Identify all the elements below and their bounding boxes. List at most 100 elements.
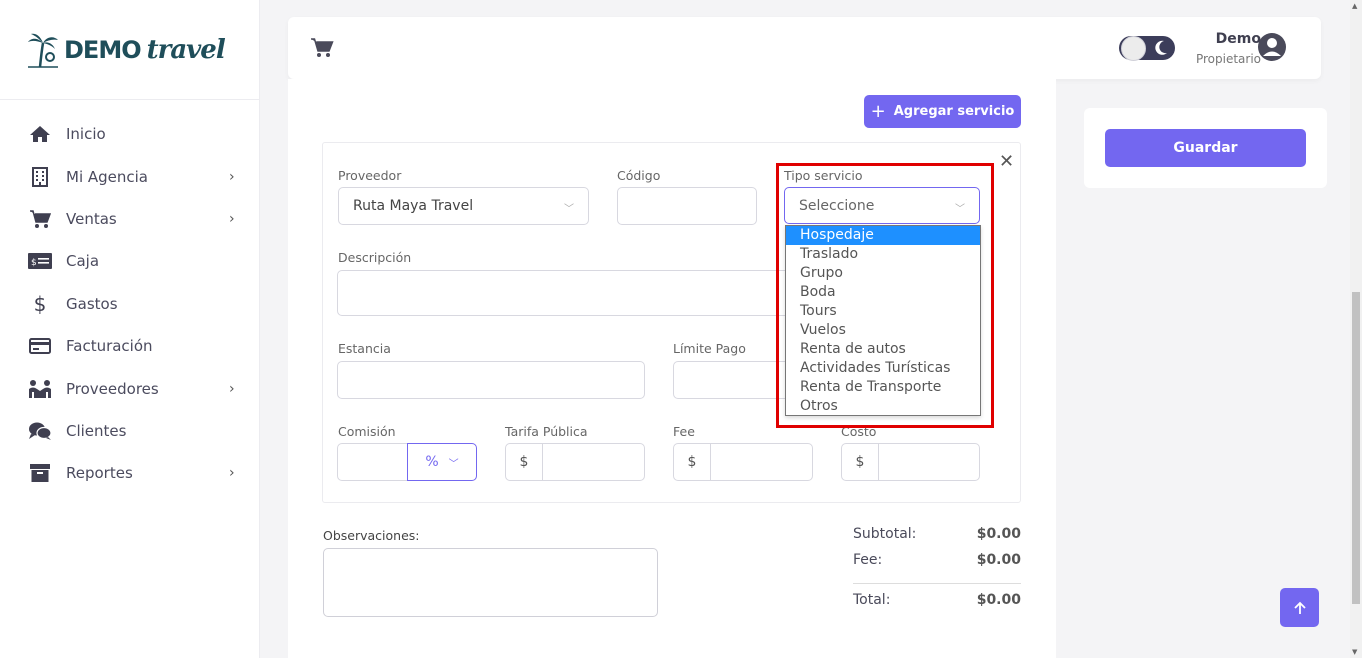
user-name: Demo [1215,31,1261,47]
total-row: Total: $0.00 [853,592,1021,608]
comision-input[interactable] [337,443,408,481]
observaciones-textarea[interactable] [323,548,658,617]
descripcion-label: Descripción [338,250,412,265]
brand-logo[interactable]: DEMO travel [0,0,259,100]
svg-text:$: $ [31,258,37,268]
dollar-icon: $ [33,291,47,316]
tipo-servicio-select[interactable]: Seleccione ﹀ [784,187,980,224]
moon-icon [1154,40,1168,60]
sidebar-item-ventas[interactable]: Ventas › [0,198,259,240]
option-actividades-turisticas[interactable]: Actividades Turísticas [786,359,980,378]
chevron-down-icon: ﹀ [448,458,459,470]
codigo-label: Código [617,168,661,183]
currency-prefix: $ [842,444,879,480]
proveedor-value: Ruta Maya Travel [353,198,474,214]
subtotal-row: Subtotal: $0.00 [853,526,1021,542]
fee-input[interactable]: $ [673,443,813,481]
scroll-to-top-button[interactable] [1280,588,1319,627]
page-scrollbar[interactable]: ▲ ▼ [1350,0,1362,658]
option-hospedaje[interactable]: Hospedaje [786,226,980,245]
option-traslado[interactable]: Traslado [786,245,980,264]
costo-input[interactable]: $ [841,443,980,481]
tarifa-publica-input[interactable]: $ [505,443,645,481]
sidebar-item-gastos[interactable]: $ Gastos [0,283,259,325]
total-label: Total: [853,592,891,608]
sidebar-item-label: Gastos [66,294,118,313]
scroll-down-arrow-icon[interactable]: ▼ [1352,648,1357,656]
cart-icon[interactable] [310,37,334,62]
option-otros[interactable]: Otros [786,397,980,416]
estancia-input[interactable] [337,361,645,399]
sidebar-item-facturacion[interactable]: Facturación [0,325,259,367]
sidebar-item-reportes[interactable]: Reportes › [0,452,259,494]
fee-label: Fee [673,424,695,439]
fee-total-row: Fee: $0.00 [853,552,1021,568]
proveedor-select[interactable]: Ruta Maya Travel ﹀ [338,187,589,225]
chevron-right-icon: › [229,210,235,227]
tarifa-publica-label: Tarifa Pública [505,424,588,439]
option-vuelos[interactable]: Vuelos [786,321,980,340]
fee-total-value: $0.00 [976,552,1021,568]
add-service-label: Agregar servicio [893,104,1015,119]
comision-unit-select[interactable]: % ﹀ [407,443,477,481]
subtotal-label: Subtotal: [853,526,917,542]
option-boda[interactable]: Boda [786,283,980,302]
option-renta-transporte[interactable]: Renta de Transporte [786,378,980,397]
building-icon [28,166,52,187]
palm-tree-icon [28,33,58,68]
sidebar-item-mi-agencia[interactable]: Mi Agencia › [0,155,259,197]
estancia-label: Estancia [338,341,391,356]
currency-prefix: $ [506,444,543,480]
costo-label: Costo [841,424,877,439]
scrollbar-thumb[interactable] [1352,292,1360,604]
sidebar-item-inicio[interactable]: Inicio [0,113,259,155]
user-role: Propietario [1195,52,1261,66]
sidebar-item-label: Proveedores [66,379,159,398]
chevron-right-icon: › [229,465,235,482]
sidebar-item-clientes[interactable]: Clientes [0,410,259,452]
plus-icon: + [870,101,886,122]
sidebar-item-label: Clientes [66,421,127,440]
chevron-right-icon: › [229,168,235,185]
actions-card: Guardar [1084,108,1327,188]
save-button[interactable]: Guardar [1105,129,1306,167]
scroll-up-arrow-icon[interactable]: ▲ [1352,2,1357,10]
subtotal-value: $0.00 [976,526,1021,542]
chevron-right-icon: › [229,380,235,397]
sidebar-item-label: Facturación [66,337,153,356]
sidebar-item-label: Reportes [66,464,133,483]
sidebar-item-label: Mi Agencia [66,167,149,186]
brand-name-bold: DEMO [64,35,142,64]
tipo-servicio-label: Tipo servicio [784,168,863,183]
sidebar-item-label: Caja [66,252,100,271]
totals-divider [853,583,1021,584]
currency-prefix: $ [674,444,711,480]
toggle-knob [1121,36,1146,61]
proveedor-label: Proveedor [338,168,402,183]
option-grupo[interactable]: Grupo [786,264,980,283]
tipo-servicio-options: Hospedaje Traslado Grupo Boda Tours Vuel… [785,225,981,416]
dark-mode-toggle[interactable] [1119,36,1175,61]
avatar[interactable] [1257,32,1287,66]
archive-icon [28,463,52,483]
sidebar-item-label: Ventas [66,209,117,228]
observaciones-label: Observaciones: [323,528,420,543]
option-renta-autos[interactable]: Renta de autos [786,340,980,359]
option-tours[interactable]: Tours [786,302,980,321]
arrow-up-icon [1293,601,1306,614]
add-service-button[interactable]: + Agregar servicio [864,95,1021,128]
tipo-servicio-placeholder: Seleccione [799,198,875,214]
sidebar: DEMO travel Inicio Mi Agencia › Ventas ›… [0,0,260,658]
comision-unit: % [425,454,439,470]
chevron-down-icon: ﹀ [955,204,965,215]
cash-icon: $ [28,251,52,271]
chat-icon [28,421,52,441]
sidebar-item-proveedores[interactable]: Proveedores › [0,367,259,409]
close-icon[interactable]: ✕ [999,151,1014,172]
fee-total-label: Fee: [853,552,883,568]
home-icon [28,124,52,144]
comision-label: Comisión [338,424,396,439]
topbar: Demo Propietario [288,17,1321,79]
sidebar-item-caja[interactable]: $ Caja [0,240,259,282]
codigo-input[interactable] [617,187,757,225]
